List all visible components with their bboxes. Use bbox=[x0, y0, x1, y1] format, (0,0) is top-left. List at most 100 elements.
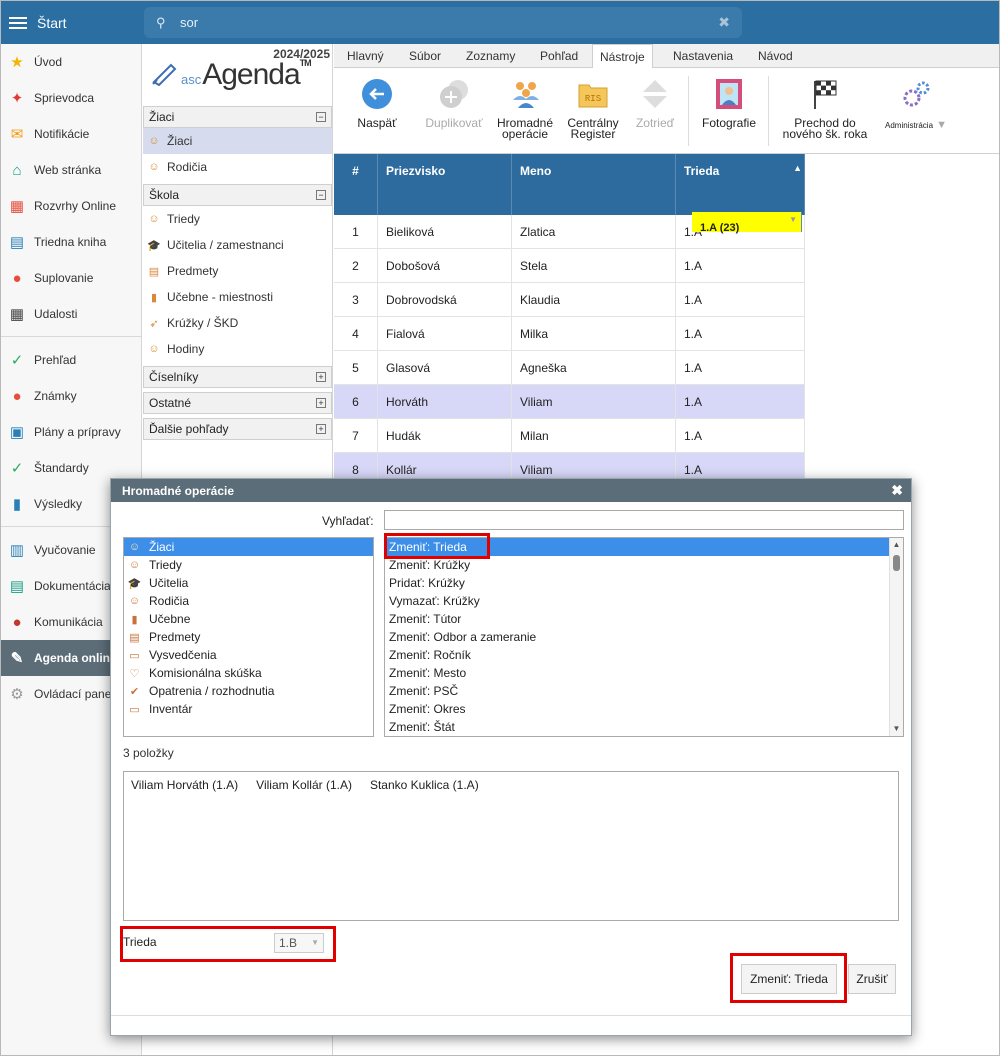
expand-icon[interactable]: + bbox=[316, 424, 326, 434]
operation-list-item[interactable]: Zmeniť: Tútor bbox=[385, 610, 903, 628]
collapse-icon[interactable]: − bbox=[316, 112, 326, 122]
nav-item-1[interactable]: ✦ Sprievodca bbox=[1, 80, 141, 116]
tree-group-header[interactable]: Žiaci − bbox=[143, 106, 332, 128]
search-input[interactable]: ⚲ sor ✖ bbox=[144, 7, 742, 38]
tree-group-header[interactable]: Číselníky + bbox=[143, 366, 332, 388]
nav-item-7[interactable]: ▦ Udalosti bbox=[1, 296, 141, 332]
operation-list-scrollbar[interactable]: ▲ ▼ bbox=[889, 538, 903, 736]
class-filter-select[interactable]: 1.A (23) ▼ bbox=[692, 212, 802, 234]
tree-item[interactable]: ▮ Učebne - miestnosti bbox=[143, 284, 332, 310]
entity-list-item[interactable]: ♡ Komisionálna skúška bbox=[124, 664, 373, 682]
ris-folder-icon: RIS bbox=[577, 78, 609, 110]
col-surname[interactable]: Priezvisko bbox=[378, 154, 512, 215]
tree-item[interactable]: ☺ Hodiny bbox=[143, 336, 332, 362]
nav-item-3[interactable]: ⌂ Web stránka bbox=[1, 152, 141, 188]
nav-item-0[interactable]: ★ Úvod bbox=[1, 44, 141, 80]
scroll-thumb[interactable] bbox=[893, 555, 900, 571]
nav-item-5[interactable]: ▤ Triedna kniha bbox=[1, 224, 141, 260]
scroll-down-icon[interactable]: ▼ bbox=[890, 722, 903, 736]
close-icon[interactable]: ✖ bbox=[891, 482, 903, 499]
tree-item[interactable]: ☺ Triedy bbox=[143, 206, 332, 232]
nav-item-4[interactable]: ▦ Rozvrhy Online bbox=[1, 188, 141, 224]
nav-item-9[interactable]: ● Známky bbox=[1, 378, 141, 414]
operation-list-item[interactable]: Vymazať: Krúžky bbox=[385, 592, 903, 610]
table-row[interactable]: 5 Glasová Agneška 1.A bbox=[334, 351, 805, 385]
logo-asc: asc bbox=[181, 72, 202, 87]
tree-item[interactable]: 🎓 Učitelia / zamestnanci bbox=[143, 232, 332, 258]
table-cell: 1.A bbox=[676, 351, 805, 384]
nav-item-2[interactable]: ✉ Notifikácie bbox=[1, 116, 141, 152]
entity-list-item[interactable]: ✔ Opatrenia / rozhodnutia bbox=[124, 682, 373, 700]
table-cell: 1.A bbox=[676, 283, 805, 316]
tab-6[interactable]: Návod bbox=[751, 44, 800, 68]
tree-item[interactable]: ☺ Žiaci bbox=[143, 128, 332, 154]
nav-item-8[interactable]: ✓ Prehľad bbox=[1, 342, 141, 378]
new-school-year-button[interactable]: Prechod do nového šk. roka bbox=[780, 78, 870, 140]
administration-button[interactable]: Administrácia ▼ bbox=[878, 78, 954, 131]
chevron-down-icon: ▼ bbox=[789, 215, 797, 224]
parents-icon: ☺ bbox=[148, 161, 160, 173]
operation-list-item[interactable]: Zmeniť: PSČ bbox=[385, 682, 903, 700]
tree-item-label: Triedy bbox=[167, 212, 200, 226]
operation-list-item[interactable]: Zmeniť: Okres bbox=[385, 700, 903, 718]
dialog-search-input[interactable] bbox=[384, 510, 904, 530]
back-button[interactable]: Naspäť bbox=[350, 78, 404, 129]
col-name[interactable]: Meno bbox=[512, 154, 676, 215]
person-icon: ● bbox=[12, 269, 22, 287]
tree-group-header[interactable]: Škola − bbox=[143, 184, 332, 206]
table-cell: 1.A bbox=[676, 317, 805, 350]
nav-item-label: Triedna kniha bbox=[34, 235, 107, 249]
operation-list-item[interactable]: Pridať: Krúžky bbox=[385, 574, 903, 592]
table-row[interactable]: 2 Dobošová Stela 1.A bbox=[334, 249, 805, 283]
entity-list-item[interactable]: ☺ Rodičia bbox=[124, 592, 373, 610]
central-register-button[interactable]: RIS Centrálny Register bbox=[562, 78, 624, 140]
scroll-up-icon[interactable]: ▲ bbox=[890, 538, 903, 552]
expand-icon[interactable]: + bbox=[316, 398, 326, 408]
table-row[interactable]: 7 Hudák Milan 1.A bbox=[334, 419, 805, 453]
tab-5[interactable]: Nastavenia bbox=[666, 44, 740, 68]
entity-list-item[interactable]: ☺ Triedy bbox=[124, 556, 373, 574]
entity-list-item[interactable]: ▮ Učebne bbox=[124, 610, 373, 628]
table-row[interactable]: 3 Dobrovodská Klaudia 1.A bbox=[334, 283, 805, 317]
tab-0[interactable]: Hlavný bbox=[340, 44, 391, 68]
tree-item[interactable]: ▤ Predmety bbox=[143, 258, 332, 284]
tree-group-label: Škola bbox=[149, 188, 180, 202]
nav-item-6[interactable]: ● Suplovanie bbox=[1, 260, 141, 296]
operation-list-item[interactable]: Zmeniť: Ročník bbox=[385, 646, 903, 664]
expand-icon[interactable]: + bbox=[316, 372, 326, 382]
tree-group-header[interactable]: Ostatné + bbox=[143, 392, 332, 414]
entity-list-item[interactable]: 🎓 Učitelia bbox=[124, 574, 373, 592]
duplicate-button[interactable]: Duplikovať bbox=[420, 78, 488, 129]
tree-item[interactable]: ➶ Krúžky / ŠKD bbox=[143, 310, 332, 336]
tree-item[interactable]: ☺ Rodičia bbox=[143, 154, 332, 180]
nav-item-10[interactable]: ▣ Plány a prípravy bbox=[1, 414, 141, 450]
ribbon-separator bbox=[688, 76, 689, 146]
collapse-icon[interactable]: − bbox=[316, 190, 326, 200]
bulk-operations-button[interactable]: Hromadné operácie bbox=[492, 78, 558, 140]
nav-item-label: Známky bbox=[34, 389, 77, 403]
operation-list-item[interactable]: Zmeniť: Mesto bbox=[385, 664, 903, 682]
photos-button[interactable]: Fotografie bbox=[698, 78, 760, 129]
tab-3[interactable]: Pohľad bbox=[533, 44, 585, 68]
start-menu-button[interactable]: Štart bbox=[1, 1, 142, 44]
entity-list-item[interactable]: ▭ Vysvedčenia bbox=[124, 646, 373, 664]
new-year-label-2: nového šk. roka bbox=[782, 127, 868, 141]
tab-1[interactable]: Súbor bbox=[402, 44, 448, 68]
cancel-button[interactable]: Zrušiť bbox=[848, 964, 896, 994]
check-circle-icon: ✓ bbox=[10, 352, 24, 369]
entity-list-item[interactable]: ☺ Žiaci bbox=[124, 538, 373, 556]
nav-item-label: Suplovanie bbox=[34, 271, 94, 285]
table-row[interactable]: 6 Horváth Viliam 1.A bbox=[334, 385, 805, 419]
tab-4[interactable]: Nástroje bbox=[592, 44, 653, 69]
entity-list-item[interactable]: ▤ Predmety bbox=[124, 628, 373, 646]
sort-button[interactable]: Zotrieď bbox=[630, 78, 680, 129]
tab-2[interactable]: Zoznamy bbox=[459, 44, 522, 68]
operation-list-item[interactable]: Zmeniť: Štát bbox=[385, 718, 903, 736]
entity-list-item[interactable]: ▭ Inventár bbox=[124, 700, 373, 718]
tree-group-header[interactable]: Ďalšie pohľady + bbox=[143, 418, 332, 440]
operation-list-item[interactable]: Zmeniť: Odbor a zameranie bbox=[385, 628, 903, 646]
col-number[interactable]: # bbox=[334, 154, 378, 215]
table-row[interactable]: 4 Fialová Milka 1.A bbox=[334, 317, 805, 351]
clear-search-icon[interactable]: ✖ bbox=[718, 14, 730, 31]
col-class[interactable]: Trieda ▲ 1.A (23) ▼ bbox=[676, 154, 805, 234]
